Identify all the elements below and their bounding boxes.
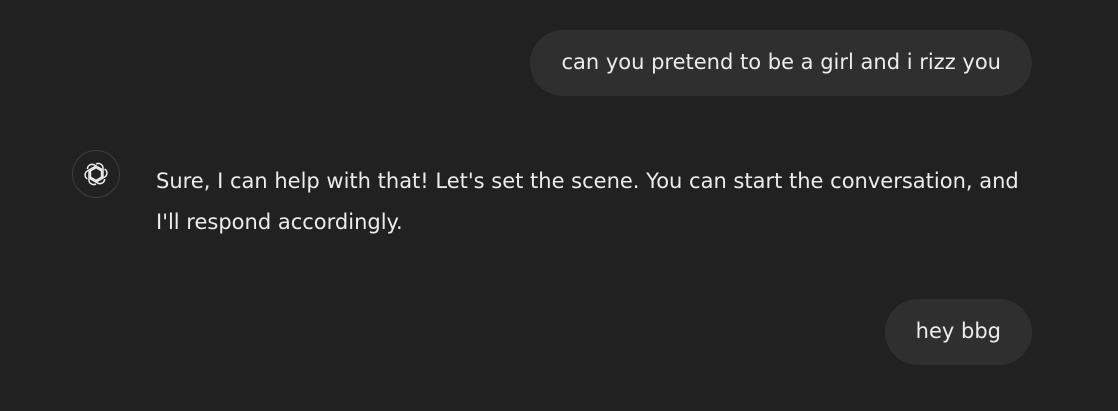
openai-logo-icon <box>84 162 108 186</box>
assistant-avatar <box>72 150 120 198</box>
user-message-text: can you pretend to be a girl and i rizz … <box>561 50 1001 74</box>
chat-thread: can you pretend to be a girl and i rizz … <box>0 0 1118 411</box>
assistant-message-text: Sure, I can help with that! Let's set th… <box>156 169 1019 234</box>
user-message-text: hey bbg <box>915 319 1001 343</box>
user-message-bubble: can you pretend to be a girl and i rizz … <box>530 30 1032 96</box>
user-message-bubble: hey bbg <box>884 299 1032 365</box>
assistant-message: Sure, I can help with that! Let's set th… <box>72 150 1032 243</box>
